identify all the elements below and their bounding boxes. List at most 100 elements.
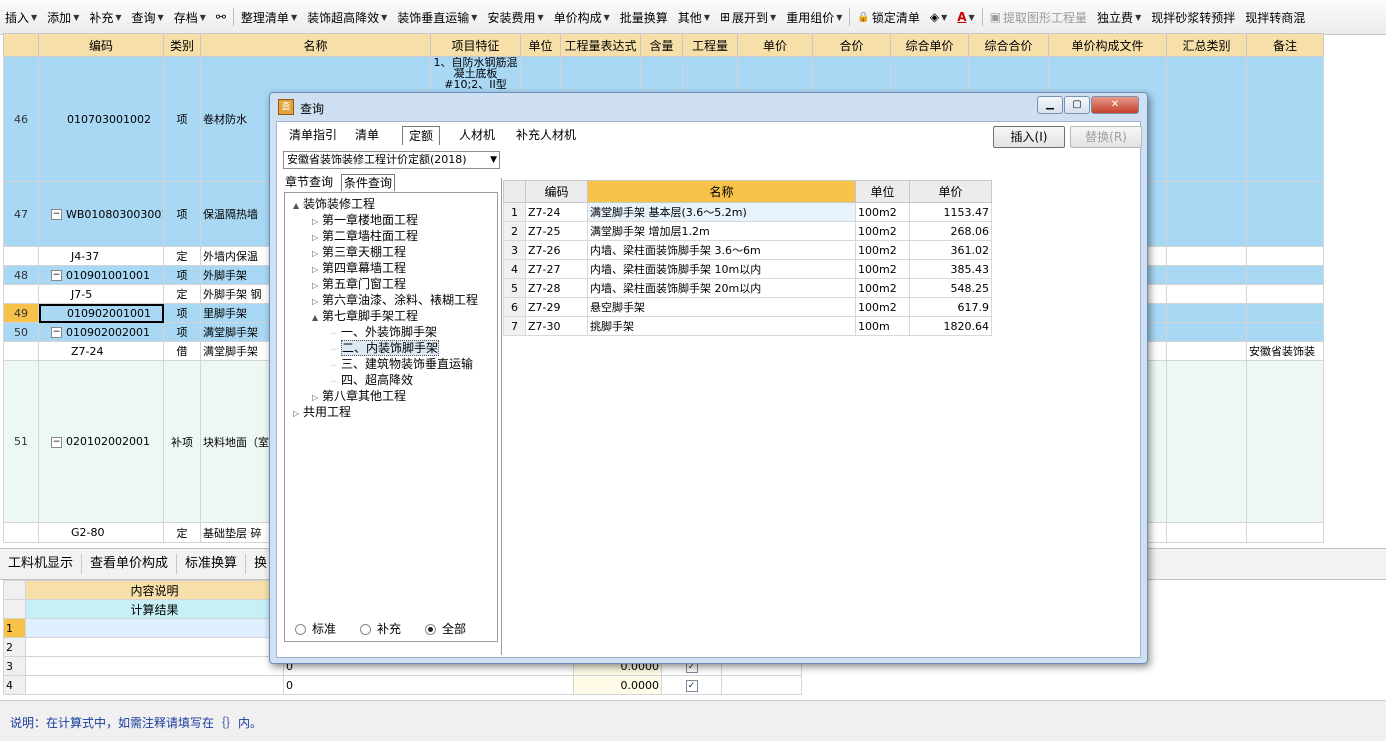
table-row[interactable]: 3 Z7-26 内墙、梁柱面装饰脚手架 3.6～6m 100m2 361.02 bbox=[503, 240, 992, 260]
tree-node[interactable]: ▷ 共用工程 bbox=[293, 404, 351, 420]
column-header[interactable]: 单价 bbox=[909, 180, 992, 203]
content-cell[interactable] bbox=[25, 656, 284, 676]
table-row[interactable]: 1 Z7-24 满堂脚手架 基本层(3.6～5.2m) 100m2 1153.47 bbox=[503, 202, 992, 222]
quota-library-select[interactable]: 安徽省装饰装修工程计价定额(2018) ▼ bbox=[283, 151, 500, 169]
unit-cell[interactable]: 100m2 bbox=[855, 240, 910, 260]
radio-circle[interactable] bbox=[360, 624, 371, 635]
filter-radio-1[interactable]: 补充 bbox=[360, 620, 401, 637]
remark-cell[interactable] bbox=[1246, 303, 1324, 323]
type-cell[interactable]: 项 bbox=[163, 56, 201, 182]
name-cell[interactable]: 满堂脚手架 增加层1.2m bbox=[587, 221, 856, 241]
row-number[interactable]: 51 bbox=[3, 360, 39, 523]
remark-cell[interactable] bbox=[1246, 246, 1324, 266]
type-cell[interactable]: 项 bbox=[163, 303, 201, 323]
tree-node[interactable]: ▲ 第七章脚手架工程 bbox=[312, 308, 418, 324]
row-number[interactable]: 48 bbox=[3, 265, 39, 285]
row-number[interactable]: 3 bbox=[503, 240, 526, 260]
tree-node[interactable]: ▲ 装饰装修工程 bbox=[293, 196, 375, 212]
remark-cell[interactable] bbox=[1246, 265, 1324, 285]
toolbar-button-9[interactable]: 安装费用 ▼ bbox=[482, 6, 548, 28]
column-header[interactable]: 工程量表达式 bbox=[560, 33, 641, 57]
remark-cell[interactable] bbox=[1246, 360, 1324, 523]
toolbar-button-20[interactable]: 现拌砂浆转预拌 bbox=[1146, 6, 1240, 28]
toolbar-button-5[interactable]: ⚯ bbox=[211, 6, 231, 28]
filter-radio-2[interactable]: 全部 bbox=[425, 620, 466, 637]
unit-cell[interactable]: 100m2 bbox=[855, 221, 910, 241]
tree-node[interactable]: ┄ 一、外装饰脚手架 bbox=[331, 324, 437, 340]
filter-radio-0[interactable]: 标准 bbox=[295, 620, 336, 637]
summary-cell[interactable] bbox=[1166, 181, 1247, 247]
name-cell[interactable]: 内墙、梁柱面装饰脚手架 20m以内 bbox=[587, 278, 856, 298]
toolbar-button-0[interactable]: 插入 ▼ bbox=[0, 6, 42, 28]
toolbar-button-17[interactable]: A ▼ bbox=[952, 6, 979, 28]
type-cell[interactable]: 定 bbox=[163, 522, 201, 543]
search-mode-tab-1[interactable]: 条件查询 bbox=[341, 174, 396, 191]
toolbar-button-8[interactable]: 装饰垂直运输 ▼ bbox=[392, 6, 482, 28]
table-row[interactable]: 5 Z7-28 内墙、梁柱面装饰脚手架 20m以内 100m2 548.25 bbox=[503, 278, 992, 298]
row-number[interactable]: 4 bbox=[503, 259, 526, 279]
dialog-tab-3[interactable]: 人材机 bbox=[453, 126, 501, 144]
name-cell[interactable]: 内墙、梁柱面装饰脚手架 3.6～6m bbox=[587, 240, 856, 260]
toolbar-button-13[interactable]: ⊞ 展开到 ▼ bbox=[715, 6, 781, 28]
name-cell[interactable]: 满堂脚手架 基本层(3.6～5.2m) bbox=[587, 202, 856, 222]
toolbar-button-11[interactable]: 批量换算 bbox=[615, 6, 673, 28]
type-cell[interactable]: 定 bbox=[163, 246, 201, 266]
summary-cell[interactable] bbox=[1166, 246, 1247, 266]
tree-node[interactable]: ▷ 第一章楼地面工程 bbox=[312, 212, 418, 228]
toolbar-button-12[interactable]: 其他 ▼ bbox=[673, 6, 715, 28]
summary-cell[interactable] bbox=[1166, 360, 1247, 523]
code-cell[interactable]: Z7-27 bbox=[525, 259, 588, 279]
price-cell[interactable]: 268.06 bbox=[909, 221, 992, 241]
code-cell[interactable]: Z7-26 bbox=[525, 240, 588, 260]
toolbar-button-6[interactable]: 整理清单 ▼ bbox=[236, 6, 302, 28]
column-header[interactable]: 名称 bbox=[587, 180, 856, 203]
code-cell[interactable]: Z7-28 bbox=[525, 278, 588, 298]
name-cell[interactable]: 挑脚手架 bbox=[587, 316, 856, 336]
remark-cell[interactable] bbox=[1246, 322, 1324, 342]
row-number[interactable] bbox=[3, 284, 39, 304]
table-row[interactable]: 2 Z7-25 满堂脚手架 增加层1.2m 100m2 268.06 bbox=[503, 221, 992, 241]
remark-cell[interactable] bbox=[1246, 56, 1324, 182]
dialog-tab-1[interactable]: 清单 bbox=[349, 126, 385, 144]
row-number[interactable]: 2 bbox=[503, 221, 526, 241]
toolbar-button-19[interactable]: 独立费 ▼ bbox=[1092, 6, 1146, 28]
replace-button[interactable]: 替换(R) bbox=[1070, 126, 1142, 148]
unit-cell[interactable]: 100m2 bbox=[855, 202, 910, 222]
collapse-icon[interactable]: − bbox=[51, 270, 62, 281]
tree-node[interactable]: ┄ 三、建筑物装饰垂直运输 bbox=[331, 356, 473, 372]
summary-cell[interactable] bbox=[1166, 303, 1247, 323]
code-cell[interactable]: −010901001001 bbox=[38, 265, 164, 285]
table-row[interactable]: 4 Z7-27 内墙、梁柱面装饰脚手架 10m以内 100m2 385.43 bbox=[503, 259, 992, 279]
row-number[interactable] bbox=[3, 246, 39, 266]
column-header[interactable]: 编码 bbox=[38, 33, 164, 57]
maximize-button[interactable]: ▢ bbox=[1064, 96, 1090, 114]
price-cell[interactable]: 385.43 bbox=[909, 259, 992, 279]
dialog-titlebar[interactable]: 査 查询 ▁ ▢ ✕ bbox=[270, 93, 1147, 121]
tree-node[interactable]: ▷ 第八章其他工程 bbox=[312, 388, 406, 404]
toolbar-button-3[interactable]: 查询 ▼ bbox=[127, 6, 169, 28]
price-cell[interactable]: 361.02 bbox=[909, 240, 992, 260]
column-header[interactable]: 单价构成文件 bbox=[1048, 33, 1167, 57]
toolbar-button-7[interactable]: 装饰超高降效 ▼ bbox=[302, 6, 392, 28]
column-header[interactable]: 单价 bbox=[737, 33, 813, 57]
code-cell[interactable]: −020102002001 bbox=[38, 360, 164, 523]
column-header[interactable]: 综合合价 bbox=[968, 33, 1049, 57]
summary-cell[interactable] bbox=[1166, 265, 1247, 285]
tree-node[interactable]: ▷ 第五章门窗工程 bbox=[312, 276, 406, 292]
row-number[interactable]: 46 bbox=[3, 56, 39, 182]
column-header[interactable]: 名称 bbox=[200, 33, 431, 57]
row-number[interactable]: 1 bbox=[3, 618, 26, 638]
price-cell[interactable]: 617.9 bbox=[909, 297, 992, 317]
type-cell[interactable]: 项 bbox=[163, 322, 201, 342]
checkbox[interactable]: ✓ bbox=[685, 680, 698, 692]
code-cell[interactable]: Z7-24 bbox=[525, 202, 588, 222]
toolbar-button-2[interactable]: 补充 ▼ bbox=[84, 6, 126, 28]
toolbar-button-16[interactable]: ◈ ▼ bbox=[925, 6, 952, 28]
bottom-tab-2[interactable]: 标准换算 bbox=[177, 554, 247, 574]
remark-cell[interactable] bbox=[1246, 522, 1324, 543]
collapse-icon[interactable]: − bbox=[51, 209, 62, 220]
toolbar-button-4[interactable]: 存档 ▼ bbox=[169, 6, 211, 28]
expand-toggle-icon[interactable]: ▲ bbox=[293, 198, 303, 214]
minimize-button[interactable]: ▁ bbox=[1037, 96, 1063, 114]
price-cell[interactable]: 1820.64 bbox=[909, 316, 992, 336]
